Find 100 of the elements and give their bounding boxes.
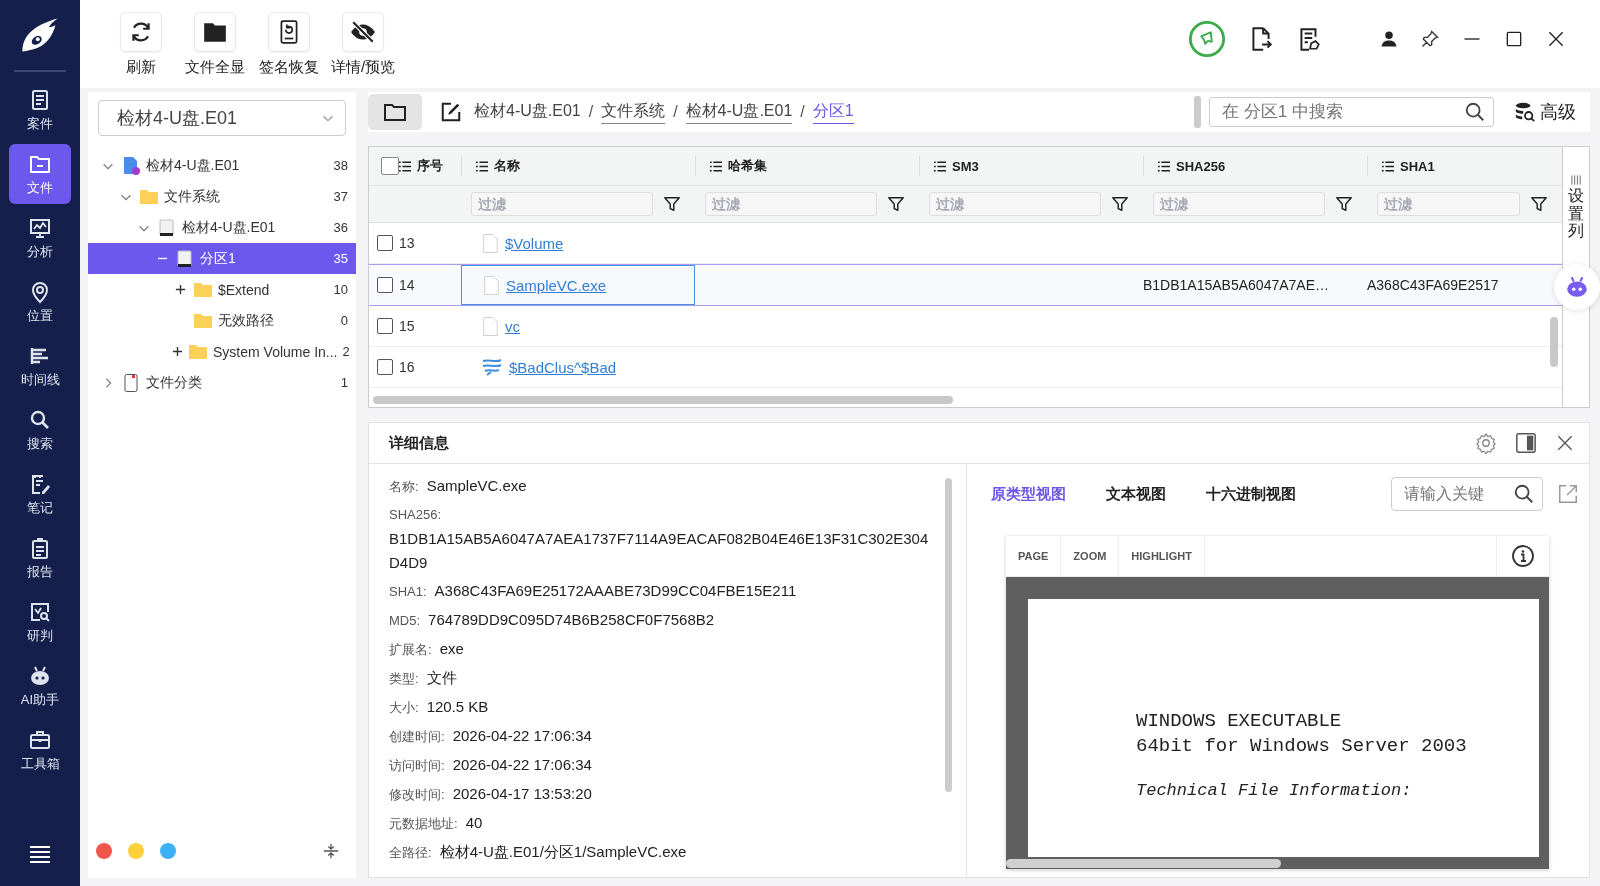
tree-item[interactable]: 文件系统 37 (88, 181, 356, 212)
file-icon (481, 232, 499, 254)
filter-field[interactable]: 过滤 (471, 192, 653, 216)
file-name-link[interactable]: $Volume (505, 234, 564, 252)
color-dot[interactable] (128, 843, 144, 859)
breadcrumb-link[interactable]: 检材4-U盘.E01 (474, 100, 581, 124)
nav-item[interactable]: 工具箱 (9, 720, 71, 780)
toolbar-button[interactable] (268, 12, 310, 52)
plus-icon[interactable] (172, 346, 183, 357)
select-all-checkbox[interactable] (381, 157, 399, 175)
table-row[interactable]: 14 SampleVC.exe B1DB1A15AB5A6047A7AE… A368C43FA69E2517 (369, 264, 1562, 306)
bell-icon[interactable] (1188, 20, 1226, 58)
collapse-icon[interactable] (322, 842, 340, 860)
filter-field[interactable]: 过滤 (1377, 192, 1520, 216)
advanced-search-button[interactable]: 高级 (1514, 100, 1576, 124)
filter-field[interactable]: 过滤 (705, 192, 877, 216)
scrollbar-thumb[interactable] (945, 478, 952, 792)
viewer-tool-button[interactable]: ZOOM (1061, 536, 1120, 576)
plus-icon[interactable] (174, 284, 186, 295)
folder-button[interactable] (368, 94, 422, 130)
tree-item[interactable]: System Volume In... 2 (88, 336, 356, 367)
toolbar-button[interactable] (194, 12, 236, 52)
list-icon (934, 160, 946, 172)
tree-item[interactable]: 分区1 35 (88, 243, 356, 274)
nav-item[interactable]: 研判 (9, 592, 71, 652)
scrollbar-thumb[interactable] (373, 396, 953, 404)
filter-icon[interactable] (1530, 195, 1548, 213)
column-header[interactable]: 序号 (399, 156, 461, 176)
file-name-link[interactable]: vc (505, 317, 520, 335)
close-icon[interactable] (1555, 433, 1575, 453)
close-icon[interactable] (1546, 29, 1566, 49)
breadcrumb-link[interactable]: 检材4-U盘.E01 (685, 100, 793, 124)
nav-item[interactable]: 报告 (9, 528, 71, 588)
column-header[interactable]: 名称 (461, 156, 695, 176)
toolbar-button[interactable] (120, 12, 162, 52)
toolbar-label: 签名恢复 (259, 58, 319, 77)
field-label: 全路径: (389, 845, 432, 860)
tree-item[interactable]: 无效路径 0 (88, 305, 356, 336)
nav-item[interactable]: 时间线 (9, 336, 71, 396)
breadcrumb-link[interactable]: 分区1 (812, 100, 854, 124)
column-header[interactable]: SHA256 (1143, 156, 1367, 176)
field-value: 检材4-U盘.E01/分区1/SampleVC.exe (439, 843, 687, 860)
tree-item[interactable]: 检材4-U盘.E01 38 (88, 150, 356, 181)
breadcrumb-link[interactable]: 文件系统 (601, 100, 666, 124)
table-cell: A368C43FA69E2517 (1367, 277, 1499, 293)
filter-icon[interactable] (1335, 195, 1353, 213)
tree-item[interactable]: 检材4-U盘.E01 36 (88, 212, 356, 243)
scrollbar-thumb[interactable] (1550, 317, 1558, 367)
file-name-link[interactable]: SampleVC.exe (506, 276, 607, 294)
external-link-icon[interactable] (1557, 483, 1579, 505)
eye-off-icon (350, 19, 376, 45)
nav-item[interactable]: 笔记 (9, 464, 71, 524)
column-header[interactable]: SHA1 (1367, 156, 1562, 176)
view-tab[interactable]: 十六进制视图 (1206, 484, 1296, 504)
view-tab[interactable]: 文本视图 (1106, 484, 1166, 504)
viewer-tool-button[interactable]: HIGHLIGHT (1119, 536, 1205, 576)
info-icon[interactable] (1511, 544, 1535, 568)
pin-icon[interactable] (1420, 29, 1440, 49)
keyword-search-field[interactable]: 请输入关键 (1391, 477, 1543, 511)
nav-item[interactable]: 位置 (9, 272, 71, 332)
scrollbar-thumb[interactable] (1006, 859, 1281, 868)
field-value: 764789DD9C095D74B6B258CF0F7568B2 (428, 611, 715, 628)
color-dot[interactable] (96, 843, 112, 859)
source-select[interactable]: 检材4-U盘.E01 (98, 100, 346, 136)
row-checkbox[interactable] (377, 318, 393, 334)
edit-icon[interactable] (440, 101, 462, 123)
database-search-icon (1514, 101, 1536, 123)
columns-icon (1570, 175, 1582, 185)
filter-icon[interactable] (1111, 195, 1129, 213)
toolbar-button[interactable] (342, 12, 384, 52)
split-view-icon[interactable] (1515, 432, 1537, 454)
nav-item[interactable]: 分析 (9, 208, 71, 268)
drive-icon (157, 217, 177, 238)
color-dot[interactable] (160, 843, 176, 859)
column-header[interactable]: 哈希集 (695, 156, 919, 176)
tree-item[interactable]: 文件分类 1 (88, 367, 356, 398)
column-header[interactable]: SM3 (919, 156, 1143, 176)
row-checkbox[interactable] (377, 359, 393, 375)
row-checkbox[interactable] (377, 277, 393, 293)
tree-item[interactable]: $Extend 10 (88, 274, 356, 305)
viewer-tool-button[interactable]: PAGE (1006, 536, 1062, 576)
field-label: 大小: (389, 700, 419, 715)
filter-icon[interactable] (887, 195, 905, 213)
settings-icon[interactable] (1475, 432, 1497, 454)
maximize-icon[interactable] (1504, 29, 1524, 49)
nav-item[interactable]: 搜索 (9, 400, 71, 460)
nav-item[interactable]: 案件 (9, 80, 71, 140)
view-tab[interactable]: 原类型视图 (991, 484, 1066, 504)
search-field[interactable]: 在 分区1 中搜索 (1209, 97, 1494, 127)
file-name-link[interactable]: $BadClus^$Bad (509, 358, 617, 376)
table-row[interactable]: 16 $BadClus^$Bad (369, 347, 1562, 388)
user-icon[interactable] (1380, 30, 1398, 48)
row-checkbox[interactable] (377, 235, 393, 251)
nav-item[interactable]: AI助手 (9, 656, 71, 716)
file-icon (482, 274, 500, 296)
filter-field[interactable]: 过滤 (1153, 192, 1325, 216)
resize-handle[interactable] (1194, 96, 1201, 128)
nav-item[interactable]: 文件 (9, 144, 71, 204)
filter-field[interactable]: 过滤 (929, 192, 1101, 216)
filter-icon[interactable] (663, 195, 681, 213)
